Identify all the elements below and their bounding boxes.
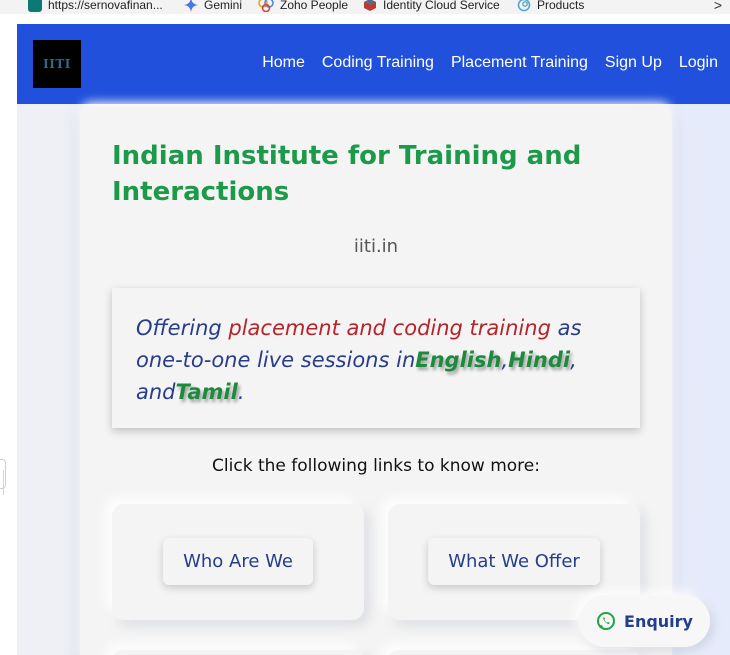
links-label: Click the following links to know more: [212,456,540,476]
enquiry-button[interactable]: Enquiry [579,595,710,647]
language-tamil: Tamil [175,380,238,404]
tile-who-are-we: Who Are We [112,504,364,620]
language-english: English [415,348,502,372]
bookmark-gemini[interactable]: Gemini [184,0,242,12]
sharepoint-icon [28,0,42,12]
web-page: IITI Home Coding Training Placement Trai… [17,24,730,655]
bookmarks-overflow-chevron-icon[interactable]: > [714,0,722,13]
products-swirl-icon [517,0,531,12]
site-domain: iiti.in [353,236,399,257]
bookmark-label: Zoho People [280,0,349,12]
oracle-cube-icon [364,0,376,11]
main-card: Indian Institute for Training and Intera… [80,106,672,655]
logo-text: IITI [43,57,71,71]
offer-box: Offering placement and coding training a… [112,288,640,428]
nav-coding-training[interactable]: Coding Training [322,54,434,72]
tile-partial-left [112,650,364,655]
zoho-people-icon [258,0,274,12]
enquiry-label: Enquiry [624,611,693,631]
gemini-sparkle-icon [184,0,198,12]
nav-sign-up[interactable]: Sign Up [605,54,662,72]
bookmark-label: Identity Cloud Service [383,0,500,12]
site-logo[interactable]: IITI [33,40,81,88]
navbar: IITI Home Coding Training Placement Trai… [17,24,730,104]
whatsapp-icon [597,612,616,630]
tile-partial-right [388,650,640,655]
nav-links: Home Coding Training Placement Training … [262,54,718,72]
offer-end: . [237,380,245,404]
offer-highlight: placement and coding training [228,316,551,340]
bookmark-products[interactable]: Products [517,0,584,12]
browser-side-edge [0,14,16,655]
page-title: Indian Institute for Training and Intera… [112,141,582,207]
bookmark-identity-cloud[interactable]: Identity Cloud Service [363,0,500,12]
bookmark-zoho-people[interactable]: Zoho People [258,0,348,12]
bookmark-label: Products [537,0,585,12]
offer-text-1: Offering [136,316,229,340]
bookmark-sernova[interactable]: https://sernovafinan... [28,0,163,12]
nav-login[interactable]: Login [679,54,718,72]
bookmark-label: Gemini [204,0,243,12]
side-divider [3,470,4,495]
nav-placement-training[interactable]: Placement Training [451,54,588,72]
bookmarks-bar: https://sernovafinan... Gemini Zoho Peop… [0,0,730,14]
who-are-we-button[interactable]: Who Are We [163,538,313,585]
bookmark-label: https://sernovafinan... [48,0,163,12]
what-we-offer-button[interactable]: What We Offer [428,538,600,585]
nav-home[interactable]: Home [262,54,305,72]
language-hindi: Hindi [508,348,571,372]
